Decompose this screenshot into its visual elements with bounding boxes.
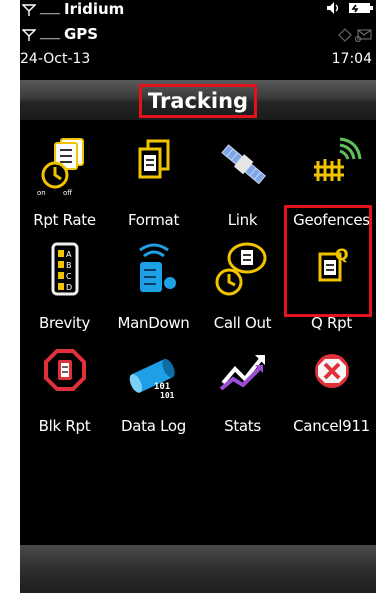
antenna-icon (22, 3, 36, 16)
geofence-icon (313, 137, 361, 181)
menu-item-cancel911[interactable]: Cancel911 (287, 341, 376, 441)
svg-text:D: D (66, 283, 72, 292)
menu-label: ManDown (117, 314, 190, 332)
menu-label: Stats (224, 417, 261, 435)
menu-item-link[interactable]: Link (198, 135, 287, 235)
menu-item-blk-rpt[interactable]: Blk Rpt (20, 341, 109, 441)
iridium-label: Iridium (64, 0, 125, 18)
antenna-icon (22, 28, 36, 41)
top-status-icons (326, 1, 374, 15)
svg-text:A: A (66, 250, 72, 259)
svg-text:B: B (66, 261, 72, 270)
svg-text:on: on (37, 189, 46, 197)
menu-item-call-out[interactable]: Call Out (198, 238, 287, 338)
svg-text:101: 101 (160, 391, 175, 400)
format-icon (138, 139, 169, 179)
report-rate-icon: on off (37, 138, 84, 197)
menu-item-brevity[interactable]: A B C D Brevity (20, 238, 109, 338)
menu-label: Cancel911 (293, 417, 370, 435)
block-report-icon (43, 349, 86, 391)
gps-signal: ____ (40, 29, 60, 40)
cancel-911-icon (314, 354, 349, 388)
gps-label: GPS (64, 25, 99, 43)
menu-item-rpt-rate[interactable]: on off Rpt Rate (20, 135, 109, 235)
page-title: Tracking (138, 84, 258, 118)
menu-item-format[interactable]: Format (109, 135, 198, 235)
data-log-icon: 101 101 (129, 358, 175, 400)
call-out-icon (215, 242, 266, 296)
device-screen: ____ Iridium ____ GPS 24-Oct-13 17:04 Tr… (20, 0, 376, 593)
gps-status: ____ GPS (22, 26, 98, 43)
date-text: 24-Oct-13 (20, 51, 91, 67)
menu-label: Data Log (121, 417, 186, 435)
title-bar: Tracking (20, 80, 376, 120)
menu-label: Link (227, 211, 258, 229)
menu-label: Brevity (38, 314, 91, 332)
time-text: 17:04 (331, 51, 372, 67)
svg-text:off: off (63, 189, 72, 197)
man-down-icon (138, 243, 176, 292)
brevity-icon: A B C D (51, 242, 78, 296)
cancel911-highlight (284, 205, 372, 317)
menu-label: Rpt Rate (33, 211, 96, 229)
menu-label: Format (127, 211, 180, 229)
menu-item-mandown[interactable]: ManDown (109, 238, 198, 338)
satellite-link-icon (220, 144, 266, 185)
status-bar: ____ Iridium ____ GPS 24-Oct-13 17:04 (20, 0, 376, 80)
location-icon (338, 28, 352, 42)
speaker-icon (327, 2, 339, 14)
menu-label: Call Out (213, 314, 272, 332)
iridium-status: ____ Iridium (22, 1, 124, 18)
menu-item-stats[interactable]: Stats (198, 341, 287, 441)
bottom-bar (20, 545, 376, 593)
message-icon (354, 29, 372, 42)
stats-icon (219, 355, 265, 391)
svg-text:C: C (66, 272, 72, 281)
menu-item-data-log[interactable]: 101 101 Data Log (109, 341, 198, 441)
menu-label: Blk Rpt (38, 417, 91, 435)
location-message-icons (338, 28, 372, 42)
iridium-signal: ____ (40, 4, 60, 15)
battery-icon (349, 3, 373, 13)
